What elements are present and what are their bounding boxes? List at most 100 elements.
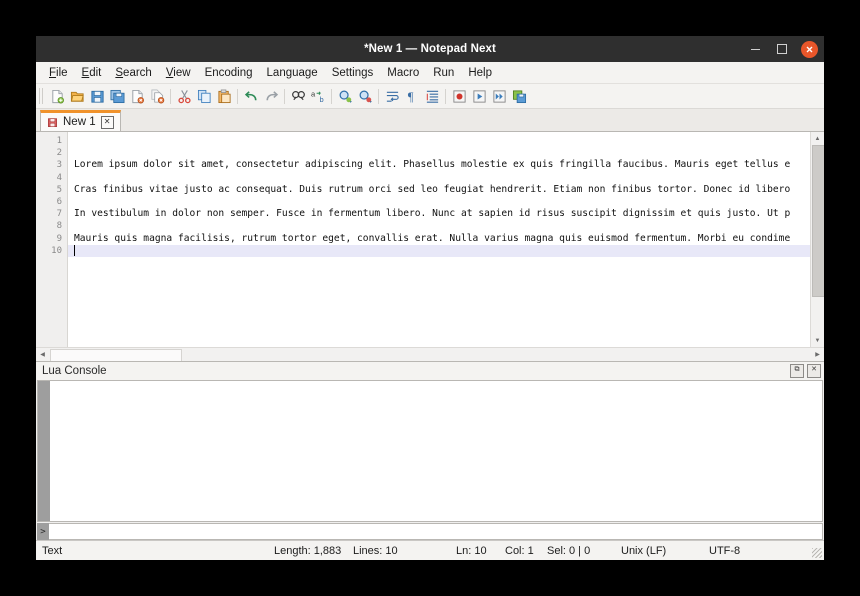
- editor-line-current[interactable]: [68, 245, 824, 257]
- minimize-button[interactable]: [747, 41, 763, 57]
- toolbar-separator: [237, 89, 238, 104]
- menu-item-encoding[interactable]: Encoding: [198, 65, 260, 81]
- maximize-button[interactable]: [774, 41, 790, 57]
- tab-close-button[interactable]: ✕: [101, 116, 114, 129]
- line-number: 4: [36, 172, 67, 184]
- line-number: 8: [36, 220, 67, 232]
- zoom-out-icon[interactable]: [355, 86, 375, 106]
- resize-grip[interactable]: [812, 548, 822, 558]
- editor-line[interactable]: Mauris quis magna facilisis, rutrum tort…: [68, 233, 824, 245]
- paste-icon[interactable]: [214, 86, 234, 106]
- word-wrap-icon[interactable]: [382, 86, 402, 106]
- svg-text:¶: ¶: [407, 90, 413, 104]
- status-lines: Lines: 10: [353, 545, 398, 557]
- lua-output-area: [50, 381, 822, 521]
- editor-horizontal-scrollbar[interactable]: ◀ ▶: [36, 347, 824, 361]
- editor-line[interactable]: In vestibulum in dolor non semper. Fusce…: [68, 208, 824, 220]
- lua-output-wrapper: [37, 380, 823, 522]
- cut-icon[interactable]: [174, 86, 194, 106]
- svg-text:b: b: [319, 95, 323, 104]
- play-macro-icon[interactable]: [469, 86, 489, 106]
- toolbar-separator: [378, 89, 379, 104]
- scroll-up-arrow-icon[interactable]: ▲: [811, 132, 824, 145]
- menu-item-help[interactable]: Help: [461, 65, 499, 81]
- window-controls: [747, 41, 818, 58]
- lua-console-titlebar: Lua Console ⧉ ✕: [36, 362, 824, 380]
- editor-area: 1 2 3 4 5 6 7 8 9 10 Lorem ipsum dolor s…: [36, 132, 824, 362]
- lua-input-field[interactable]: [49, 523, 823, 540]
- editor-line[interactable]: [68, 220, 824, 232]
- tab-new-1[interactable]: New 1 ✕: [40, 110, 121, 131]
- copy-icon[interactable]: [194, 86, 214, 106]
- lua-console-title: Lua Console: [42, 365, 107, 377]
- application-window: *New 1 — Notepad Next File Edit Search V…: [36, 36, 824, 560]
- editor-body: 1 2 3 4 5 6 7 8 9 10 Lorem ipsum dolor s…: [36, 132, 824, 347]
- status-column-number: Col: 1: [505, 545, 534, 557]
- toolbar-separator: [170, 89, 171, 104]
- record-macro-icon[interactable]: [449, 86, 469, 106]
- menu-item-language[interactable]: Language: [260, 65, 325, 81]
- svg-text:a: a: [311, 89, 316, 98]
- menu-item-run[interactable]: Run: [426, 65, 461, 81]
- line-number: 7: [36, 208, 67, 220]
- save-file-icon[interactable]: [87, 86, 107, 106]
- toolbar: a b: [36, 84, 824, 109]
- save-all-icon[interactable]: [107, 86, 127, 106]
- scroll-right-arrow-icon[interactable]: ▶: [811, 348, 824, 361]
- line-number: 10: [36, 245, 67, 257]
- close-file-icon[interactable]: [127, 86, 147, 106]
- lua-output-gutter: [38, 381, 50, 521]
- scroll-down-arrow-icon[interactable]: ▼: [811, 334, 824, 347]
- close-dock-button[interactable]: ✕: [807, 364, 821, 378]
- new-file-icon[interactable]: [47, 86, 67, 106]
- open-file-icon[interactable]: [67, 86, 87, 106]
- find-icon[interactable]: [288, 86, 308, 106]
- editor-line[interactable]: [68, 196, 824, 208]
- show-whitespace-icon[interactable]: ¶: [402, 86, 422, 106]
- undo-icon[interactable]: [241, 86, 261, 106]
- editor-line[interactable]: [68, 172, 824, 184]
- menu-item-search[interactable]: Search: [108, 65, 158, 81]
- close-button[interactable]: [801, 41, 818, 58]
- replace-icon[interactable]: a b: [308, 86, 328, 106]
- redo-icon[interactable]: [261, 86, 281, 106]
- editor-line[interactable]: [68, 147, 824, 159]
- text-editor[interactable]: Lorem ipsum dolor sit amet, consectetur …: [68, 132, 824, 347]
- text-cursor: [74, 245, 75, 256]
- menu-bar: File Edit Search View Encoding Language …: [36, 62, 824, 84]
- editor-vertical-scrollbar[interactable]: ▲ ▼: [810, 132, 824, 347]
- menu-item-edit[interactable]: Edit: [75, 65, 109, 81]
- line-number: 3: [36, 159, 67, 171]
- save-macro-icon[interactable]: [509, 86, 529, 106]
- lua-prompt-icon: >: [37, 523, 49, 540]
- editor-line[interactable]: Lorem ipsum dolor sit amet, consectetur …: [68, 159, 824, 171]
- close-icon: [806, 46, 813, 53]
- status-bar: Text Length: 1,883 Lines: 10 Ln: 10 Col:…: [36, 540, 824, 560]
- tab-bar: New 1 ✕: [36, 109, 824, 132]
- scroll-left-arrow-icon[interactable]: ◀: [36, 348, 49, 361]
- editor-line[interactable]: [68, 135, 824, 147]
- editor-line[interactable]: Cras finibus vitae justo ac consequat. D…: [68, 184, 824, 196]
- run-multiple-icon[interactable]: [489, 86, 509, 106]
- toolbar-separator: [284, 89, 285, 104]
- menu-item-file[interactable]: File: [42, 65, 75, 81]
- line-number-gutter: 1 2 3 4 5 6 7 8 9 10: [36, 132, 68, 347]
- status-selection: Sel: 0 | 0: [547, 545, 590, 557]
- unsaved-file-icon: [47, 117, 58, 128]
- zoom-in-icon[interactable]: [335, 86, 355, 106]
- line-number: 1: [36, 135, 67, 147]
- horizontal-scroll-thumb[interactable]: [50, 349, 182, 362]
- status-file-type: Text: [36, 545, 62, 557]
- indent-guide-icon[interactable]: [422, 86, 442, 106]
- toolbar-grip[interactable]: [39, 88, 44, 104]
- close-all-icon[interactable]: [147, 86, 167, 106]
- menu-item-view[interactable]: View: [159, 65, 198, 81]
- line-number: 6: [36, 196, 67, 208]
- status-length: Length: 1,883: [274, 545, 341, 557]
- menu-item-macro[interactable]: Macro: [380, 65, 426, 81]
- undock-button[interactable]: ⧉: [790, 364, 804, 378]
- window-title: *New 1 — Notepad Next: [36, 43, 824, 55]
- menu-item-settings[interactable]: Settings: [325, 65, 381, 81]
- vertical-scroll-thumb[interactable]: [812, 145, 824, 297]
- line-number: 5: [36, 184, 67, 196]
